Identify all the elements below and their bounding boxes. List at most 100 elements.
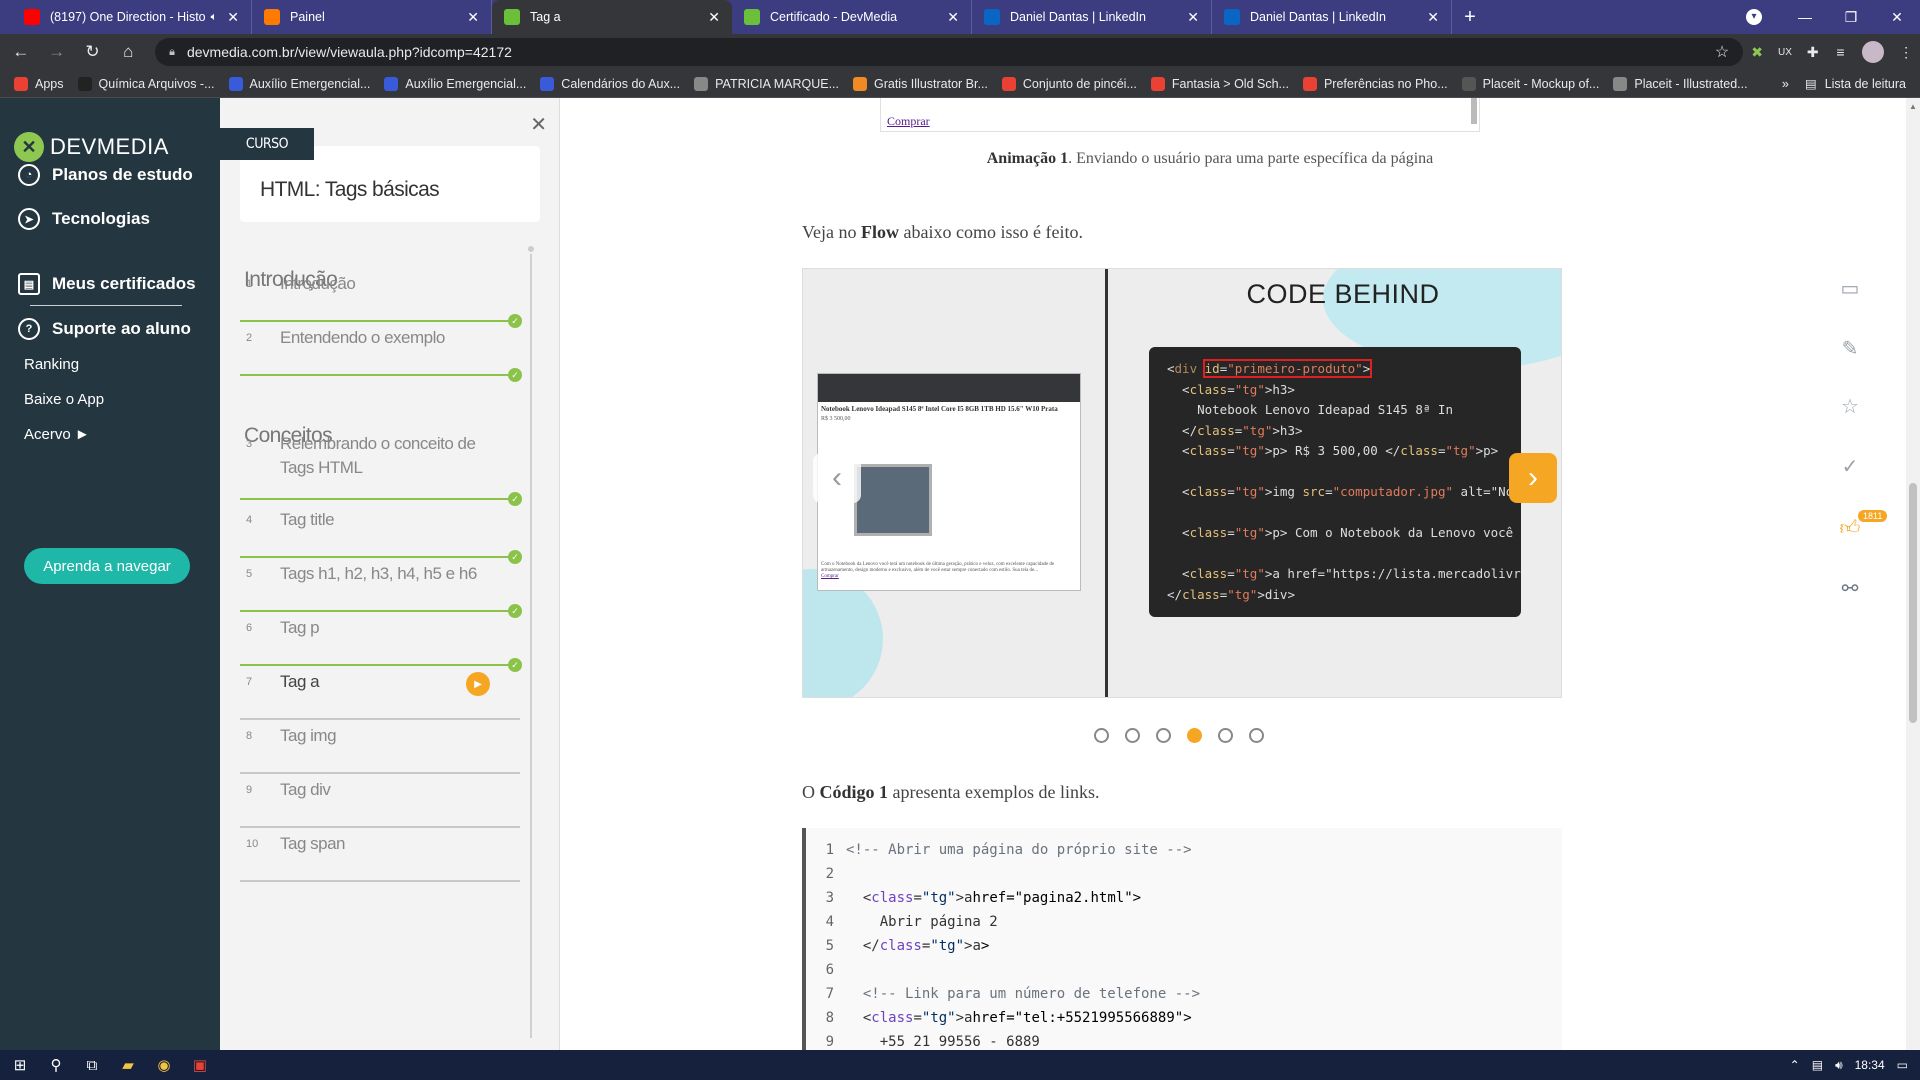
bookmark-star-icon[interactable]: ☆ bbox=[1715, 42, 1729, 62]
slide-dot[interactable] bbox=[1094, 728, 1109, 743]
profile-download-icon[interactable]: ▾ bbox=[1746, 9, 1762, 25]
network-icon[interactable]: ▤ bbox=[1812, 1058, 1823, 1072]
bookmark-favicon-icon bbox=[384, 76, 399, 91]
profile-avatar[interactable] bbox=[1862, 41, 1885, 63]
minimize-button[interactable]: — bbox=[1782, 9, 1828, 25]
address-bar[interactable]: 🔒︎ devmedia.com.br/view/viewaula.php?idc… bbox=[155, 38, 1744, 66]
code-behind-line bbox=[1167, 503, 1503, 524]
reading-list-icon[interactable]: ▤ bbox=[1805, 76, 1817, 91]
bookmark-favicon-icon bbox=[852, 76, 867, 91]
nav-ranking[interactable]: Ranking bbox=[24, 356, 79, 373]
lock-icon[interactable]: 🔒︎ bbox=[169, 46, 175, 59]
nav-suporte-ao-aluno[interactable]: ? Suporte ao aluno bbox=[18, 318, 191, 340]
lesson-number: 3 bbox=[246, 438, 253, 450]
chrome-icon[interactable]: ◉ bbox=[146, 1056, 182, 1074]
close-tab-icon[interactable]: ✕ bbox=[227, 9, 239, 26]
nav-tecnologias[interactable]: ➤ Tecnologias bbox=[18, 208, 150, 230]
home-button[interactable]: ⌂ bbox=[113, 42, 143, 62]
reading-list-icon[interactable]: ≡ bbox=[1827, 44, 1855, 60]
browser-tab[interactable]: (8197) One Direction - Histo 🔈︎ ✕ bbox=[12, 0, 252, 34]
reading-list-label[interactable]: Lista de leitura bbox=[1825, 77, 1906, 91]
panel-scroll-track[interactable] bbox=[530, 248, 532, 1038]
slide-dot[interactable] bbox=[1249, 728, 1264, 743]
nav-planos-de-estudo[interactable]: ◔ Planos de estudo bbox=[18, 164, 193, 186]
close-window-button[interactable]: ✕ bbox=[1874, 9, 1920, 26]
nav-baixe-o-app[interactable]: Baixe o App bbox=[24, 391, 104, 408]
bookmark-favicon-icon bbox=[1461, 76, 1476, 91]
browser-tab[interactable]: Daniel Dantas | LinkedIn ✕ bbox=[972, 0, 1212, 34]
app-icon[interactable]: ▣ bbox=[182, 1056, 218, 1074]
close-tab-icon[interactable]: ✕ bbox=[947, 9, 959, 26]
close-panel-button[interactable]: ✕ bbox=[530, 112, 547, 137]
back-button[interactable]: ← bbox=[6, 42, 36, 62]
file-explorer-icon[interactable]: ▰ bbox=[110, 1056, 146, 1074]
bookmark-label: Gratis Illustrator Br... bbox=[873, 76, 988, 91]
panel-scroll-handle[interactable] bbox=[526, 244, 536, 254]
bookmark-item[interactable]: Gratis Illustrator Br... bbox=[852, 76, 988, 91]
check-circle-icon[interactable]: ✓ bbox=[1834, 450, 1866, 482]
puzzle-extensions-icon[interactable]: ✚ bbox=[1799, 44, 1827, 61]
browser-tab[interactable]: Daniel Dantas | LinkedIn ✕ bbox=[1212, 0, 1452, 34]
bookmark-item[interactable]: Preferências no Pho... bbox=[1302, 76, 1448, 91]
reload-button[interactable]: ↻ bbox=[78, 42, 108, 62]
comprar-link[interactable]: Comprar bbox=[887, 114, 930, 129]
bookmark-item[interactable]: Química Arquivos -... bbox=[77, 76, 215, 91]
bookmark-item[interactable]: Auxílio Emergencial... bbox=[228, 76, 370, 91]
slide-dot[interactable] bbox=[1218, 728, 1233, 743]
windows-start-icon[interactable]: ⊞ bbox=[2, 1056, 38, 1074]
code-block: 1 <!-- Abrir uma página do próprio site -… bbox=[802, 828, 1562, 1050]
learn-to-navigate-button[interactable]: Aprenda a navegar bbox=[24, 548, 190, 584]
new-tab-button[interactable]: + bbox=[1452, 0, 1488, 34]
share-icon[interactable]: ⚯ bbox=[1834, 572, 1866, 604]
close-tab-icon[interactable]: ✕ bbox=[467, 9, 479, 26]
notes-icon[interactable]: ✎ bbox=[1834, 332, 1866, 364]
bookmarks-more-button[interactable]: » bbox=[1782, 77, 1789, 91]
slide-dot[interactable] bbox=[1156, 728, 1171, 743]
task-view-icon[interactable]: ⧉ bbox=[74, 1057, 110, 1074]
lesson-item[interactable]: 3 Relembrando o conceito de Tags HTML ✓ bbox=[240, 416, 522, 506]
tray-chevron-icon[interactable]: ⌃ bbox=[1790, 1058, 1800, 1072]
slide-dot[interactable] bbox=[1125, 728, 1140, 743]
devmedia-logo[interactable]: ✕ DEVMEDIA bbox=[14, 132, 169, 162]
extension-icon[interactable]: ✖ bbox=[1743, 44, 1771, 61]
bookmark-item[interactable]: PATRICIA MARQUE... bbox=[694, 76, 839, 91]
clock[interactable]: 18:34 bbox=[1855, 1058, 1885, 1072]
close-tab-icon[interactable]: ✕ bbox=[708, 9, 720, 26]
bookmark-item[interactable]: Apps bbox=[14, 76, 64, 91]
nav-meus-certificados[interactable]: ▤ Meus certificados bbox=[18, 273, 196, 295]
bookmark-item[interactable]: Placeit - Mockup of... bbox=[1461, 76, 1599, 91]
slide-dot[interactable] bbox=[1187, 728, 1202, 743]
bookmark-item[interactable]: Fantasia > Old Sch... bbox=[1150, 76, 1289, 91]
volume-icon[interactable]: 🔊︎ bbox=[1835, 1058, 1843, 1073]
menu-icon[interactable]: ⋮ bbox=[1892, 44, 1920, 61]
previous-slide-button[interactable]: ‹ bbox=[813, 453, 861, 503]
bookmark-favicon-icon bbox=[1001, 76, 1016, 91]
bookmark-item[interactable]: Conjunto de pincéi... bbox=[1001, 76, 1137, 91]
iframe-scrollbar[interactable] bbox=[1471, 98, 1477, 124]
muted-speaker-icon[interactable]: 🔈︎ bbox=[211, 11, 218, 24]
lesson-item[interactable]: 2 Entendendo o exemplo ✓ bbox=[240, 310, 522, 382]
play-icon[interactable]: ▶ bbox=[466, 672, 490, 696]
ux-extension-icon[interactable]: UX bbox=[1771, 47, 1799, 58]
browser-tab[interactable]: Tag a ✕ bbox=[492, 0, 732, 34]
bookmark-item[interactable]: Auxílio Emergencial... bbox=[384, 76, 526, 91]
star-icon[interactable]: ☆ bbox=[1834, 390, 1866, 422]
page-scroll-thumb[interactable] bbox=[1909, 483, 1917, 723]
browser-tab[interactable]: Certificado - DevMedia ✕ bbox=[732, 0, 972, 34]
bookmark-item[interactable]: Calendários do Aux... bbox=[540, 76, 680, 91]
restore-button[interactable]: ❐ bbox=[1828, 9, 1874, 26]
scroll-up-icon[interactable]: ▲ bbox=[1909, 102, 1917, 111]
browser-tab[interactable]: Painel ✕ bbox=[252, 0, 492, 34]
close-tab-icon[interactable]: ✕ bbox=[1427, 9, 1439, 26]
search-icon[interactable]: ⚲ bbox=[38, 1056, 74, 1074]
close-tab-icon[interactable]: ✕ bbox=[1187, 9, 1199, 26]
comment-icon[interactable]: ▭ bbox=[1834, 272, 1866, 304]
lesson-item[interactable]: 10 Tag span bbox=[240, 816, 520, 882]
bookmark-favicon-icon bbox=[694, 76, 709, 91]
page-scrollbar[interactable]: ▲ bbox=[1906, 98, 1920, 1050]
nav-acervo[interactable]: Acervo ► bbox=[24, 426, 90, 443]
forward-button[interactable]: → bbox=[42, 42, 72, 62]
next-slide-button[interactable]: › bbox=[1509, 453, 1557, 503]
notifications-icon[interactable]: ▭ bbox=[1897, 1058, 1908, 1072]
bookmark-item[interactable]: Placeit - Illustrated... bbox=[1613, 76, 1748, 91]
